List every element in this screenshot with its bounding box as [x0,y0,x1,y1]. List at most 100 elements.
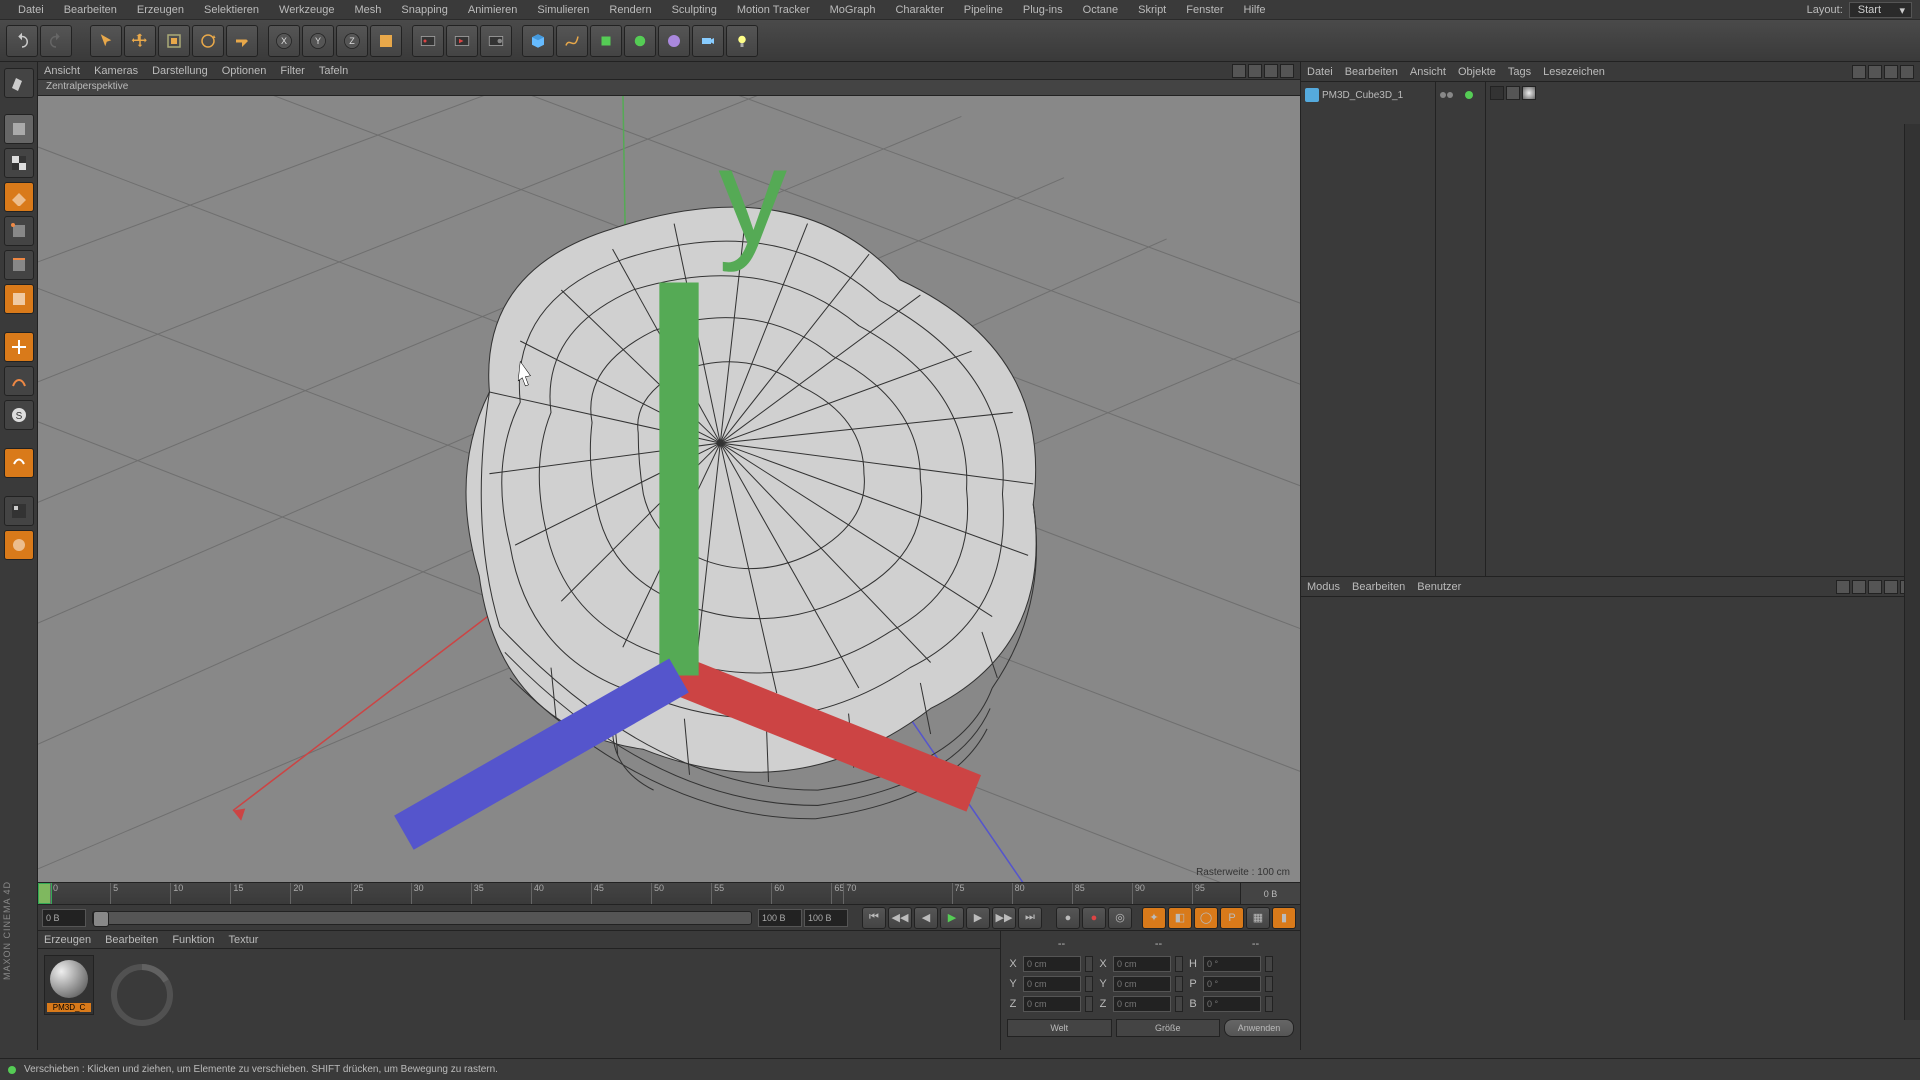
snap-button[interactable]: S [4,400,34,430]
om-search-icon[interactable] [1852,65,1866,79]
add-cube-button[interactable] [522,25,554,57]
am-menu-benutzer[interactable]: Benutzer [1417,581,1461,593]
scale-tool[interactable] [158,25,190,57]
workplane-mode-button[interactable] [4,182,34,212]
stepper-icon[interactable] [1085,976,1093,992]
coord-space-select[interactable]: Welt [1007,1019,1112,1037]
add-environment-button[interactable] [658,25,690,57]
vp-menu-darstellung[interactable]: Darstellung [152,65,208,77]
menu-erzeugen[interactable]: Erzeugen [127,4,194,16]
menu-selektieren[interactable]: Selektieren [194,4,269,16]
om-menu-datei[interactable]: Datei [1307,66,1333,78]
redo-button[interactable] [40,25,72,57]
menu-octane[interactable]: Octane [1073,4,1128,16]
goto-end-button[interactable]: ⏭ [1018,907,1042,929]
menu-sculpting[interactable]: Sculpting [662,4,727,16]
vp-menu-tafeln[interactable]: Tafeln [319,65,348,77]
menu-rendern[interactable]: Rendern [599,4,661,16]
tweak-mode-button[interactable] [4,366,34,396]
step-back-button[interactable]: ◀ [914,907,938,929]
key-pla-button[interactable]: ▦ [1246,907,1270,929]
editor-visibility-dot[interactable] [1440,92,1446,98]
object-tree[interactable]: PM3D_Cube3D_1 [1301,82,1436,576]
mat-menu-funktion[interactable]: Funktion [172,934,214,946]
om-filter-icon[interactable] [1884,65,1898,79]
point-mode-button[interactable] [4,216,34,246]
enable-dot[interactable] [1465,91,1473,99]
vp-menu-optionen[interactable]: Optionen [222,65,267,77]
axis-z-lock[interactable]: Z [336,25,368,57]
play-button[interactable]: ▶ [940,907,964,929]
rotate-tool[interactable] [192,25,224,57]
viewport-solo-off-button[interactable] [4,530,34,560]
material-tag-icon[interactable] [1522,86,1536,100]
menu-simulieren[interactable]: Simulieren [527,4,599,16]
move-tool[interactable] [124,25,156,57]
stepper-icon[interactable] [1175,956,1183,972]
mat-menu-bearbeiten[interactable]: Bearbeiten [105,934,158,946]
key-pos-button[interactable]: ✦ [1142,907,1166,929]
stepper-icon[interactable] [1265,996,1273,1012]
timeline-ruler[interactable]: 0 5 10 15 20 25 30 35 40 45 50 55 60 65 … [38,882,1300,904]
menu-mesh[interactable]: Mesh [344,4,391,16]
menu-snapping[interactable]: Snapping [391,4,458,16]
vp-menu-kameras[interactable]: Kameras [94,65,138,77]
am-menu-modus[interactable]: Modus [1307,581,1340,593]
step-fwd-key-button[interactable]: ▶▶ [992,907,1016,929]
viewport-solo-button[interactable] [4,496,34,526]
key-scale-button[interactable]: ◧ [1168,907,1192,929]
texture-mode-button[interactable] [4,148,34,178]
stepper-icon[interactable] [1265,976,1273,992]
menu-hilfe[interactable]: Hilfe [1234,4,1276,16]
phong-tag-icon[interactable] [1490,86,1504,100]
om-menu-lesezeichen[interactable]: Lesezeichen [1543,66,1605,78]
add-generator-button[interactable] [590,25,622,57]
goto-start-button[interactable]: ⏮ [862,907,886,929]
object-row[interactable]: PM3D_Cube3D_1 [1305,86,1431,104]
mat-menu-textur[interactable]: Textur [229,934,259,946]
menu-plugins[interactable]: Plug-ins [1013,4,1073,16]
apply-button[interactable]: Anwenden [1224,1019,1294,1037]
step-back-key-button[interactable]: ◀◀ [888,907,912,929]
stepper-icon[interactable] [1175,996,1183,1012]
axis-y-lock[interactable]: Y [302,25,334,57]
menu-animieren[interactable]: Animieren [458,4,528,16]
render-pv-button[interactable] [446,25,478,57]
render-visibility-dot[interactable] [1447,92,1453,98]
size-y-field[interactable]: 0 cm [1113,976,1171,992]
menu-bearbeiten[interactable]: Bearbeiten [54,4,127,16]
side-tab-strip[interactable] [1904,124,1920,1020]
rot-b-field[interactable]: 0 ° [1203,996,1261,1012]
am-lock-icon[interactable] [1884,580,1898,594]
om-options-icon[interactable] [1900,65,1914,79]
menu-fenster[interactable]: Fenster [1176,4,1233,16]
om-view-icon[interactable] [1868,65,1882,79]
size-z-field[interactable]: 0 cm [1113,996,1171,1012]
frame-start-field[interactable]: 0 B [42,909,86,927]
menu-datei[interactable]: Datei [8,4,54,16]
am-back-icon[interactable] [1836,580,1850,594]
make-editable-button[interactable] [4,68,34,98]
range-slider[interactable] [92,911,752,925]
coord-system-button[interactable] [370,25,402,57]
step-fwd-button[interactable]: ▶ [966,907,990,929]
add-spline-button[interactable] [556,25,588,57]
layout-select[interactable]: Start [1849,2,1912,18]
vp-nav-rotate-icon[interactable] [1264,64,1278,78]
key-all-button[interactable]: ▮ [1272,907,1296,929]
edge-mode-button[interactable] [4,250,34,280]
menu-mograph[interactable]: MoGraph [820,4,886,16]
locked-workplane-button[interactable] [4,448,34,478]
add-light-button[interactable] [726,25,758,57]
vp-nav-move-icon[interactable] [1232,64,1246,78]
coord-size-select[interactable]: Größe [1116,1019,1221,1037]
om-menu-objekte[interactable]: Objekte [1458,66,1496,78]
menu-pipeline[interactable]: Pipeline [954,4,1013,16]
polygon-mode-button[interactable] [4,284,34,314]
uvw-tag-icon[interactable] [1506,86,1520,100]
axis-modify-button[interactable] [4,332,34,362]
om-menu-tags[interactable]: Tags [1508,66,1531,78]
add-deformer-button[interactable] [624,25,656,57]
material-thumbnail[interactable]: PM3D_C [44,955,94,1015]
add-camera-button[interactable] [692,25,724,57]
